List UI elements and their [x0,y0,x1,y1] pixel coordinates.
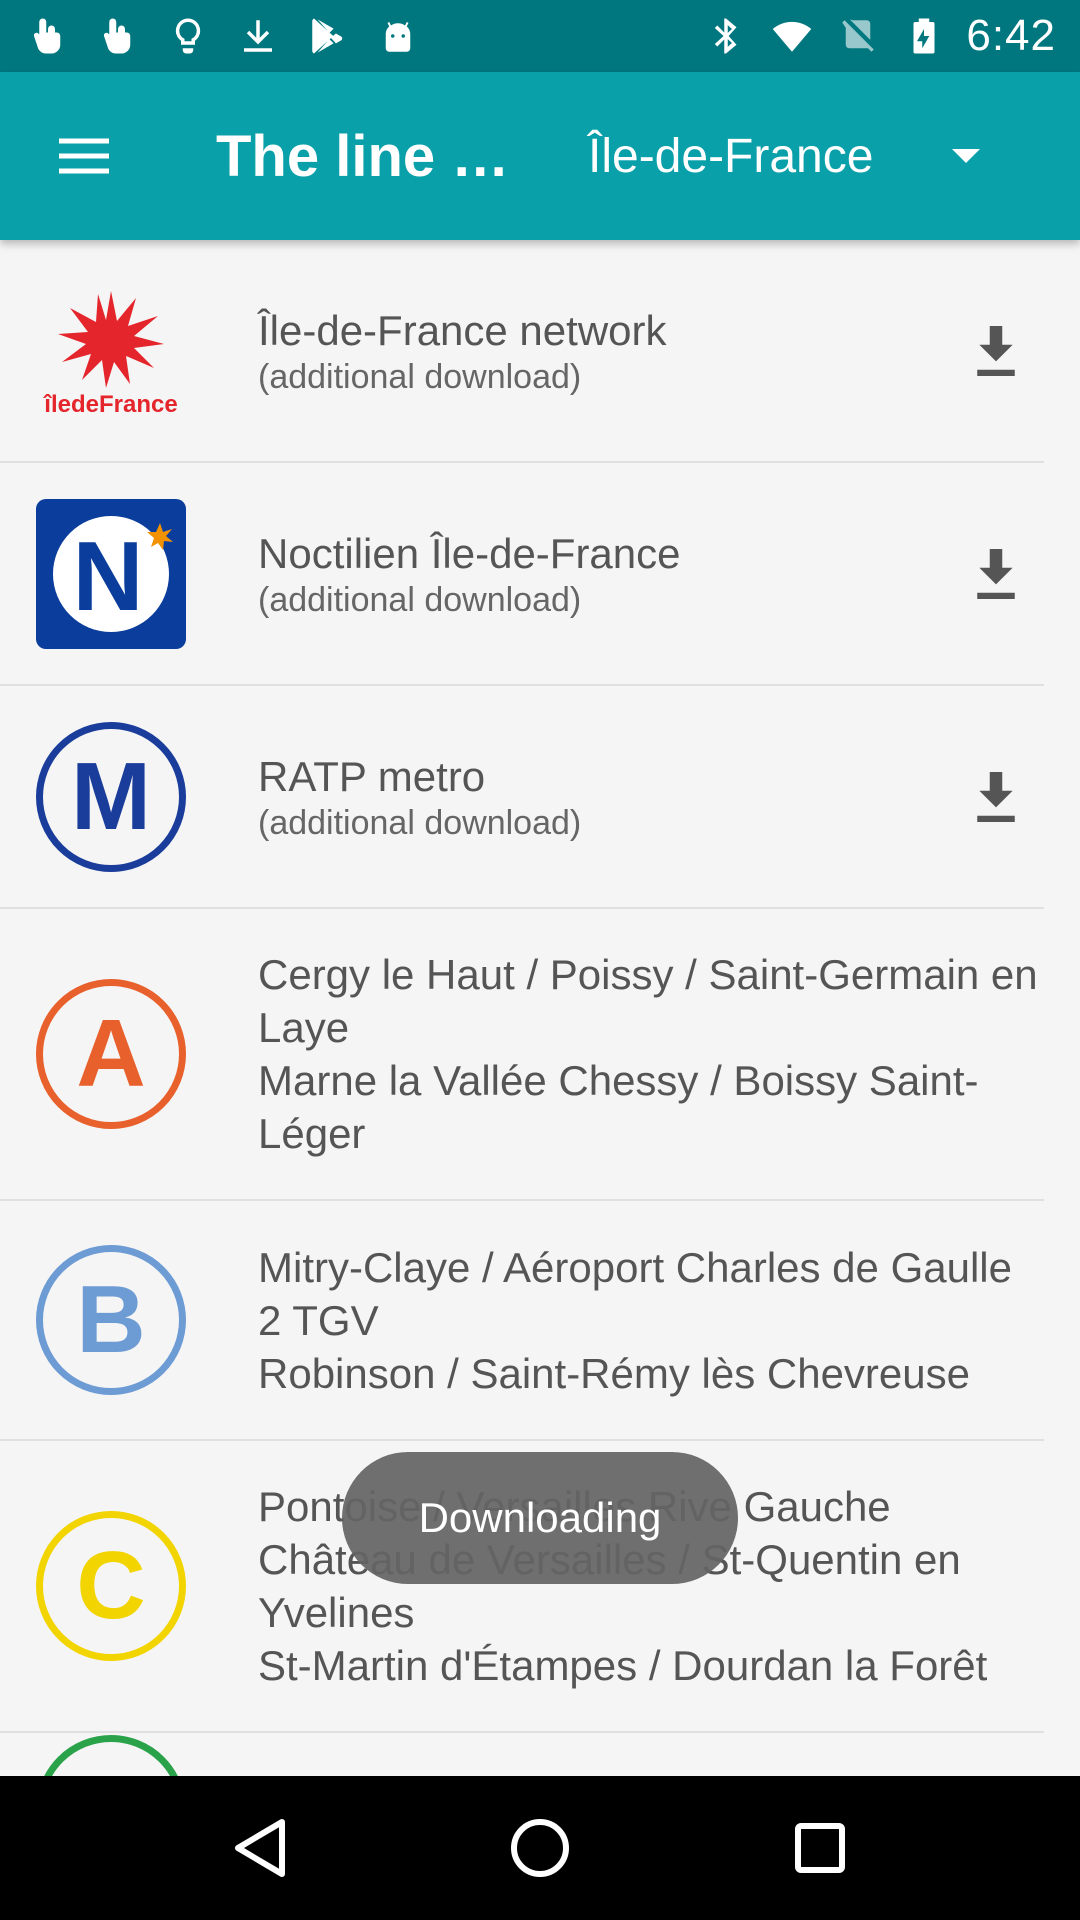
play-store-icon [304,12,352,60]
network-subtitle: (additional download) [258,804,582,842]
dropdown-arrow-icon [952,149,980,163]
line-route-1: Mitry-Claye / Aéroport Charles de Gaulle… [258,1243,1012,1344]
menu-button[interactable] [24,96,144,216]
wifi-icon [768,12,816,60]
list-item[interactable]: B Mitry-Claye / Aéroport Charles de Gaul… [0,1201,1044,1441]
network-subtitle: (additional download) [258,581,582,619]
clock: 6:42 [966,11,1056,60]
download-button[interactable] [948,749,1044,845]
status-bar: 6:42 [0,0,1080,72]
rer-d-logo [36,1735,186,1776]
back-triangle-icon [235,1819,285,1877]
metro-logo-text: M [36,721,186,872]
rer-b-logo: B [36,1245,186,1395]
app-title: The line maps [216,123,546,189]
download-icon [977,548,1015,599]
hamburger-menu-icon [59,138,109,174]
iledefrance-logo: îledeFrance [36,276,186,426]
app-bar: The line maps Île-de-France [0,72,1080,240]
list-item[interactable]: M RATP metro (additional download) [0,686,1044,909]
network-title: Île-de-France network [258,307,667,354]
navigation-bar [0,1776,1080,1920]
list-item[interactable]: N Noctilien Île-de-France (additional do… [0,463,1044,686]
android-icon [374,12,422,60]
recents-button[interactable] [772,1800,868,1896]
download-button[interactable] [948,303,1044,399]
bluetooth-icon [702,12,750,60]
touch-icon [24,12,72,60]
no-sim-icon [834,12,882,60]
noctilien-logo-text: N [73,521,144,631]
region-selected-value: Île-de-France [588,129,874,183]
download-icon [234,12,282,60]
home-circle-icon [511,1819,569,1877]
rer-a-logo-text: A [36,979,186,1129]
downloading-toast: Downloading [342,1452,738,1584]
network-subtitle: (additional download) [258,358,582,396]
download-button[interactable] [948,526,1044,622]
line-route-1: Cergy le Haut / Poissy / Saint-Germain e… [258,951,1038,1051]
list-item[interactable] [0,1733,1044,1776]
region-dropdown[interactable]: Île-de-France [588,96,1008,216]
iledefrance-logo-text: îledeFrance [43,391,177,418]
line-route-2: Marne la Vallée Chessy / Boissy Saint-Lé… [258,1057,979,1157]
lightbulb-icon [164,12,212,60]
line-route-3: St-Martin d'Étampes / Dourdan la Forêt [258,1642,988,1689]
rer-c-logo-text: C [36,1511,186,1661]
metro-logo: M [36,721,186,872]
list-item[interactable]: îledeFrance Île-de-France network (addit… [0,240,1044,463]
rer-b-logo-text: B [36,1245,186,1395]
noctilien-logo: N [36,498,186,649]
line-route-2: Robinson / Saint-Rémy lès Chevreuse [258,1349,970,1397]
network-title: RATP metro [258,753,486,800]
list-item[interactable]: A Cergy le Haut / Poissy / Saint-Germain… [0,909,1044,1201]
download-icon [977,325,1015,376]
download-icon [977,771,1015,822]
rer-a-logo: A [36,979,186,1129]
back-button[interactable] [212,1800,308,1896]
rer-c-logo: C [36,1511,186,1661]
recents-square-icon [795,1823,845,1873]
network-title: Noctilien Île-de-France [258,530,681,577]
touch-icon [94,12,142,60]
battery-charging-icon [900,12,948,60]
home-button[interactable] [492,1800,588,1896]
